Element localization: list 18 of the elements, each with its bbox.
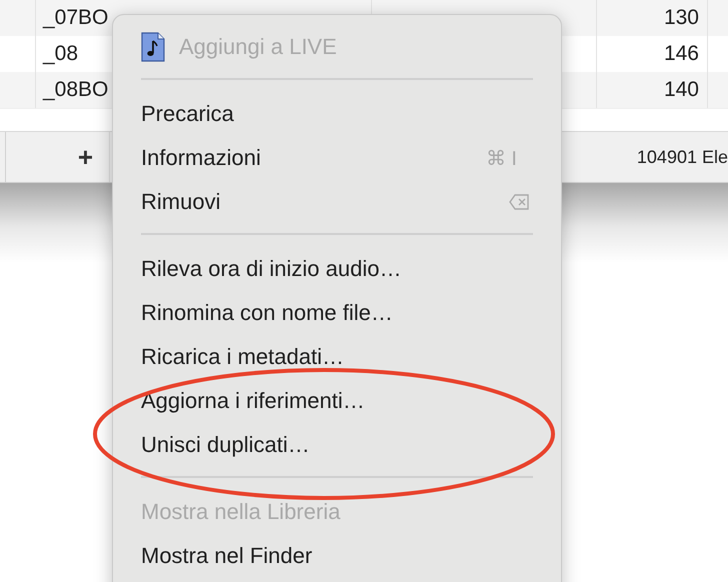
menu-item[interactable]: Mostra nel Finder	[141, 534, 533, 578]
table-cell: _07BO	[43, 6, 108, 30]
menu-item[interactable]: Rinomina con nome file…	[141, 291, 533, 335]
table-cell: _08	[43, 42, 78, 66]
table-cell: _08BO	[43, 78, 108, 102]
menu-item[interactable]: Informazioni ⌘ I	[141, 136, 533, 180]
table-cell: 130	[664, 6, 699, 30]
music-file-icon	[141, 32, 165, 62]
menu-item[interactable]: Ricarica i metadati…	[141, 335, 533, 379]
menu-item[interactable]: Rileva ora di inizio audio…	[141, 247, 533, 291]
shortcut-label: ⌘ I	[486, 146, 517, 170]
table-cell: 146	[664, 42, 699, 66]
menu-item[interactable]: Unisci duplicati…	[141, 423, 533, 467]
item-count: 104901 Ele	[636, 146, 728, 168]
table-cell: 140	[664, 78, 699, 102]
menu-item[interactable]: Precarica	[141, 92, 533, 136]
menu-item[interactable]: Rimuovi	[141, 180, 533, 224]
menu-item[interactable]: Aggiorna i riferimenti…	[141, 379, 533, 423]
